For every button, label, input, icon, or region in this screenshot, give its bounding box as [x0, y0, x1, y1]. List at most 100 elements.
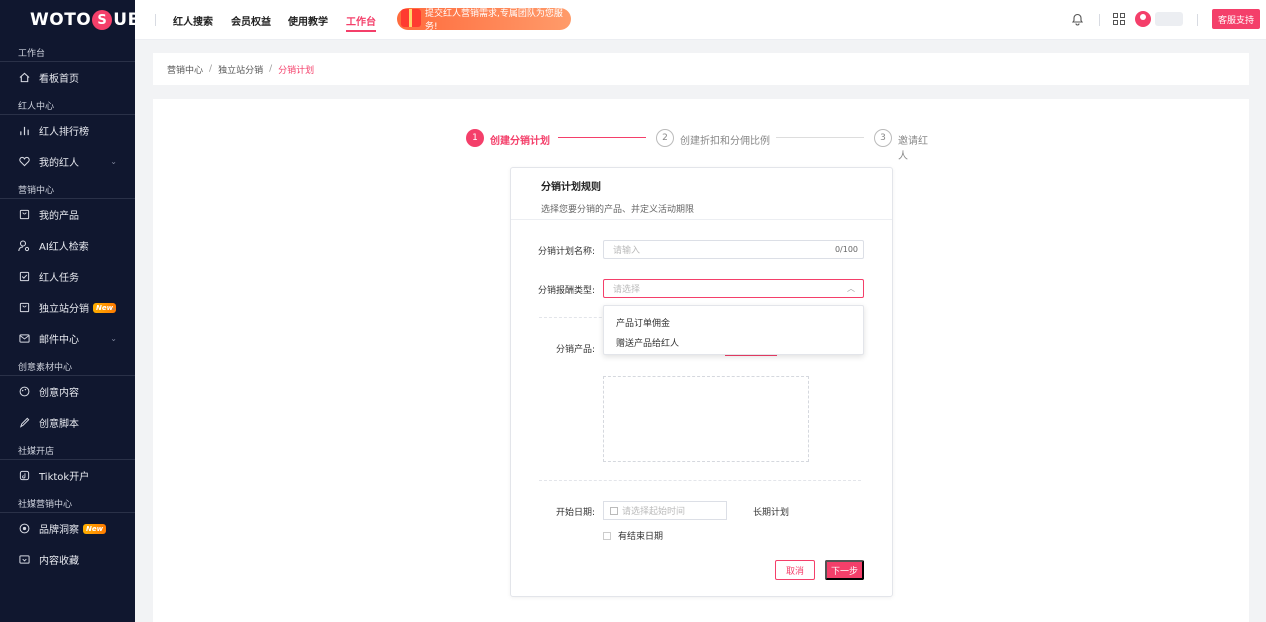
step-1-circle: 1 — [466, 129, 484, 147]
sidebar-item-dashboard[interactable]: 看板首页 — [0, 62, 135, 93]
divider — [155, 14, 156, 26]
store-icon — [18, 302, 30, 314]
promo-banner[interactable]: 提交红人营销需求,专属团队为您服务! — [397, 8, 571, 32]
product-label: 分销产品: — [555, 345, 595, 355]
sidebar-item-my-products[interactable]: 我的产品 — [0, 199, 135, 230]
product-list-box[interactable] — [603, 376, 809, 462]
reward-type-placeholder: 请选择 — [613, 285, 641, 295]
logo-text-1: WOTO — [30, 10, 92, 30]
step-line — [776, 137, 864, 138]
topnav-influencer-search[interactable]: 红人搜索 — [173, 0, 213, 40]
sidebar-item-label: 看板首页 — [39, 74, 79, 85]
breadcrumb-item[interactable]: 营销中心 — [167, 63, 203, 76]
sidebar-section-title: 社媒营销中心 — [0, 491, 135, 513]
dropdown-option-gift-product[interactable]: 赠送产品给红人 — [604, 332, 863, 352]
palette-icon — [18, 386, 30, 398]
tiktok-icon — [18, 470, 30, 482]
sidebar-item-label: Tiktok开户 — [39, 472, 90, 483]
promo-banner-text: 提交红人营销需求,专属团队为您服务! — [425, 9, 563, 32]
breadcrumb-separator: / — [209, 64, 213, 74]
sidebar-item-ranking[interactable]: 红人排行榜 — [0, 115, 135, 146]
checkbox-icon — [18, 271, 30, 283]
support-button[interactable]: 客服支持 — [1212, 9, 1260, 29]
sidebar-item-label: AI红人检索 — [39, 242, 89, 253]
sidebar: WOTO S UB 工作台 看板首页 红人中心 红人排行榜 我的红人 ⌄ 营销中… — [0, 0, 135, 622]
chevron-down-icon: ⌄ — [110, 334, 117, 343]
reward-type-dropdown: 产品订单佣金 赠送产品给红人 — [603, 305, 864, 355]
sidebar-item-label: 红人排行榜 — [39, 127, 89, 138]
heart-icon — [18, 156, 30, 168]
sidebar-item-label: 我的产品 — [39, 211, 79, 222]
start-date-placeholder: 请选择起始时间 — [622, 507, 686, 517]
top-header: 红人搜索 会员权益 使用教学 工作台 提交红人营销需求,专属团队为您服务! 客服… — [135, 0, 1266, 40]
sidebar-item-creative-script[interactable]: 创意脚本 — [0, 407, 135, 438]
sidebar-item-label: 我的红人 — [39, 158, 79, 169]
qrcode-icon[interactable] — [1113, 13, 1125, 25]
step-line — [558, 137, 646, 138]
reward-type-label: 分销报酬类型: — [537, 286, 595, 296]
long-term-plan-text: 长期计划 — [753, 508, 790, 518]
logo-s: S — [92, 10, 113, 30]
dropdown-option-commission[interactable]: 产品订单佣金 — [604, 312, 863, 332]
bar-chart-icon — [18, 125, 30, 137]
card-subtitle: 选择您要分销的产品、并定义活动期限 — [541, 205, 695, 215]
sidebar-item-tasks[interactable]: 红人任务 — [0, 261, 135, 292]
insight-icon — [18, 523, 30, 535]
card-header: 分销计划规则 选择您要分销的产品、并定义活动期限 — [511, 168, 892, 220]
chevron-down-icon: ⌄ — [110, 303, 117, 312]
sidebar-item-creative-content[interactable]: 创意内容 — [0, 376, 135, 407]
user-search-icon — [18, 239, 30, 252]
sidebar-item-label: 内容收藏 — [39, 556, 79, 567]
topnav-membership[interactable]: 会员权益 — [231, 0, 271, 40]
reward-type-select[interactable]: 请选择 ︿ — [603, 279, 864, 298]
step-2-label: 创建折扣和分佣比例 — [680, 136, 770, 147]
collect-icon — [18, 554, 30, 566]
sidebar-item-label: 创意内容 — [39, 388, 79, 399]
sidebar-section-title: 工作台 — [0, 40, 135, 62]
avatar[interactable] — [1135, 11, 1151, 27]
breadcrumb-item[interactable]: 独立站分销 — [218, 63, 263, 76]
plan-name-input[interactable]: 请输入 0/100 — [603, 240, 864, 259]
card-title: 分销计划规则 — [541, 182, 601, 193]
has-end-date-row[interactable]: 有结束日期 — [603, 529, 663, 542]
calendar-icon — [610, 506, 618, 515]
start-date-picker[interactable]: 请选择起始时间 — [603, 501, 727, 520]
sidebar-item-brand-insight[interactable]: 品牌洞察 New — [0, 513, 135, 544]
sidebar-item-mail[interactable]: 邮件中心 ⌄ — [0, 323, 135, 354]
sidebar-item-distribution[interactable]: 独立站分销 New ⌄ — [0, 292, 135, 323]
brand-logo[interactable]: WOTO S UB — [0, 0, 135, 40]
topnav-tutorial[interactable]: 使用教学 — [288, 0, 328, 40]
sidebar-item-my-influencers[interactable]: 我的红人 ⌄ — [0, 146, 135, 177]
topnav-workbench[interactable]: 工作台 — [346, 0, 376, 40]
breadcrumb-current: 分销计划 — [278, 65, 315, 76]
sidebar-item-collection[interactable]: 内容收藏 — [0, 544, 135, 575]
sidebar-item-label: 独立站分销 — [39, 304, 89, 315]
has-end-date-checkbox[interactable] — [603, 531, 611, 540]
breadcrumb: 营销中心 / 独立站分销 / 分销计划 — [153, 53, 1249, 85]
home-icon — [18, 72, 30, 84]
plan-rules-card: 分销计划规则 选择您要分销的产品、并定义活动期限 分销计划名称: 请输入 0/1… — [510, 167, 893, 597]
next-step-button[interactable]: 下一步 — [825, 560, 864, 580]
bell-icon[interactable] — [1071, 12, 1085, 26]
sidebar-section-title: 创意素材中心 — [0, 354, 135, 376]
sidebar-section-title: 红人中心 — [0, 93, 135, 115]
step-1-label: 创建分销计划 — [490, 136, 550, 147]
has-end-date-label: 有结束日期 — [618, 532, 664, 542]
sidebar-item-tiktok[interactable]: Tiktok开户 — [0, 460, 135, 491]
divider — [539, 480, 861, 481]
user-name-placeholder[interactable] — [1155, 12, 1183, 26]
logo-text-2: UB — [113, 10, 135, 30]
breadcrumb-separator: / — [269, 64, 273, 74]
chevron-up-icon: ︿ — [847, 284, 855, 293]
bag-icon — [18, 209, 30, 221]
start-date-label: 开始日期: — [555, 508, 595, 518]
sidebar-item-ai-search[interactable]: AI红人检索 — [0, 230, 135, 261]
plan-name-placeholder: 请输入 — [613, 246, 641, 256]
divider — [1099, 14, 1100, 26]
sidebar-section-title: 营销中心 — [0, 177, 135, 199]
gift-icon — [401, 9, 421, 27]
cancel-button[interactable]: 取消 — [775, 560, 815, 580]
sidebar-item-label: 品牌洞察 — [39, 525, 79, 536]
main-content: 1 创建分销计划 2 创建折扣和分佣比例 3 邀请红人 分销计划规则 选择您要分… — [153, 99, 1249, 622]
chevron-down-icon: ⌄ — [110, 157, 117, 166]
